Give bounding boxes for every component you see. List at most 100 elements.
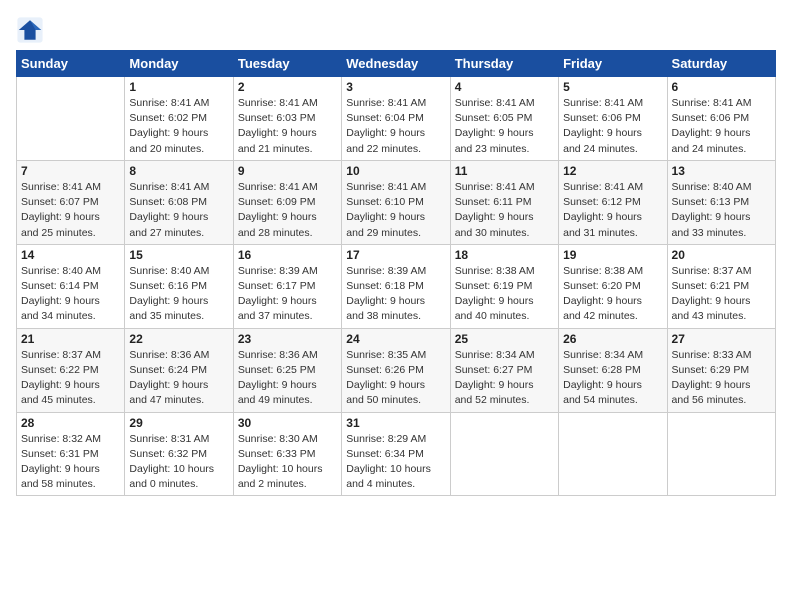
day-number: 31 <box>346 416 445 430</box>
day-number: 17 <box>346 248 445 262</box>
day-number: 3 <box>346 80 445 94</box>
day-info: Sunrise: 8:33 AM Sunset: 6:29 PM Dayligh… <box>672 348 771 409</box>
day-info: Sunrise: 8:41 AM Sunset: 6:12 PM Dayligh… <box>563 180 662 241</box>
day-number: 5 <box>563 80 662 94</box>
calendar-cell: 30Sunrise: 8:30 AM Sunset: 6:33 PM Dayli… <box>233 412 341 496</box>
calendar-cell: 20 Sunrise: 8:37 AM Sunset: 6:21 PM Dayli… <box>667 244 775 328</box>
day-number: 23 <box>238 332 337 346</box>
calendar-cell: 16 Sunrise: 8:39 AM Sunset: 6:17 PM Dayli… <box>233 244 341 328</box>
calendar-cell: 9Sunrise: 8:41 AM Sunset: 6:09 PM Daylig… <box>233 160 341 244</box>
calendar-cell: 10Sunrise: 8:41 AM Sunset: 6:10 PM Dayli… <box>342 160 450 244</box>
day-number: 30 <box>238 416 337 430</box>
calendar-cell: 19 Sunrise: 8:38 AM Sunset: 6:20 PM Dayli… <box>559 244 667 328</box>
calendar-cell: 24 Sunrise: 8:35 AM Sunset: 6:26 PM Dayli… <box>342 328 450 412</box>
column-header-thursday: Thursday <box>450 51 558 77</box>
day-number: 12 <box>563 164 662 178</box>
day-number: 27 <box>672 332 771 346</box>
day-number: 20 <box>672 248 771 262</box>
calendar-cell <box>17 77 125 161</box>
calendar-table: SundayMondayTuesdayWednesdayThursdayFrid… <box>16 50 776 496</box>
calendar-week-row: 7Sunrise: 8:41 AM Sunset: 6:07 PM Daylig… <box>17 160 776 244</box>
calendar-cell: 5 Sunrise: 8:41 AM Sunset: 6:06 PM Daylig… <box>559 77 667 161</box>
calendar-cell: 8 Sunrise: 8:41 AM Sunset: 6:08 PM Daylig… <box>125 160 233 244</box>
day-info: Sunrise: 8:38 AM Sunset: 6:19 PM Dayligh… <box>455 264 554 325</box>
day-info: Sunrise: 8:41 AM Sunset: 6:03 PM Dayligh… <box>238 96 337 157</box>
day-info: Sunrise: 8:34 AM Sunset: 6:28 PM Dayligh… <box>563 348 662 409</box>
day-number: 18 <box>455 248 554 262</box>
day-info: Sunrise: 8:32 AM Sunset: 6:31 PM Dayligh… <box>21 432 120 493</box>
header <box>16 16 776 44</box>
calendar-cell: 1 Sunrise: 8:41 AM Sunset: 6:02 PM Daylig… <box>125 77 233 161</box>
day-number: 16 <box>238 248 337 262</box>
calendar-cell: 27 Sunrise: 8:33 AM Sunset: 6:29 PM Dayli… <box>667 328 775 412</box>
day-number: 4 <box>455 80 554 94</box>
day-info: Sunrise: 8:38 AM Sunset: 6:20 PM Dayligh… <box>563 264 662 325</box>
day-number: 25 <box>455 332 554 346</box>
calendar-header-row: SundayMondayTuesdayWednesdayThursdayFrid… <box>17 51 776 77</box>
day-info: Sunrise: 8:31 AM Sunset: 6:32 PM Dayligh… <box>129 432 228 493</box>
logo-icon <box>16 16 44 44</box>
day-info: Sunrise: 8:40 AM Sunset: 6:16 PM Dayligh… <box>129 264 228 325</box>
day-number: 28 <box>21 416 120 430</box>
column-header-wednesday: Wednesday <box>342 51 450 77</box>
day-info: Sunrise: 8:36 AM Sunset: 6:25 PM Dayligh… <box>238 348 337 409</box>
day-info: Sunrise: 8:34 AM Sunset: 6:27 PM Dayligh… <box>455 348 554 409</box>
calendar-cell: 31 Sunrise: 8:29 AM Sunset: 6:34 PM Dayli… <box>342 412 450 496</box>
day-number: 10 <box>346 164 445 178</box>
day-info: Sunrise: 8:41 AM Sunset: 6:04 PM Dayligh… <box>346 96 445 157</box>
calendar-cell: 4 Sunrise: 8:41 AM Sunset: 6:05 PM Daylig… <box>450 77 558 161</box>
day-info: Sunrise: 8:35 AM Sunset: 6:26 PM Dayligh… <box>346 348 445 409</box>
day-number: 2 <box>238 80 337 94</box>
day-number: 1 <box>129 80 228 94</box>
logo <box>16 16 46 44</box>
calendar-cell: 17Sunrise: 8:39 AM Sunset: 6:18 PM Dayli… <box>342 244 450 328</box>
calendar-cell: 6 Sunrise: 8:41 AM Sunset: 6:06 PM Daylig… <box>667 77 775 161</box>
column-header-monday: Monday <box>125 51 233 77</box>
day-info: Sunrise: 8:41 AM Sunset: 6:06 PM Dayligh… <box>672 96 771 157</box>
day-number: 11 <box>455 164 554 178</box>
calendar-cell: 28 Sunrise: 8:32 AM Sunset: 6:31 PM Dayli… <box>17 412 125 496</box>
day-number: 6 <box>672 80 771 94</box>
day-number: 24 <box>346 332 445 346</box>
calendar-cell: 23 Sunrise: 8:36 AM Sunset: 6:25 PM Dayli… <box>233 328 341 412</box>
column-header-saturday: Saturday <box>667 51 775 77</box>
day-number: 29 <box>129 416 228 430</box>
calendar-week-row: 28 Sunrise: 8:32 AM Sunset: 6:31 PM Dayli… <box>17 412 776 496</box>
day-info: Sunrise: 8:41 AM Sunset: 6:05 PM Dayligh… <box>455 96 554 157</box>
day-number: 8 <box>129 164 228 178</box>
calendar-week-row: 14 Sunrise: 8:40 AM Sunset: 6:14 PM Dayli… <box>17 244 776 328</box>
column-header-tuesday: Tuesday <box>233 51 341 77</box>
calendar-cell: 3 Sunrise: 8:41 AM Sunset: 6:04 PM Daylig… <box>342 77 450 161</box>
calendar-cell: 22 Sunrise: 8:36 AM Sunset: 6:24 PM Dayli… <box>125 328 233 412</box>
day-number: 22 <box>129 332 228 346</box>
day-info: Sunrise: 8:29 AM Sunset: 6:34 PM Dayligh… <box>346 432 445 493</box>
page-container: SundayMondayTuesdayWednesdayThursdayFrid… <box>0 0 792 504</box>
day-number: 26 <box>563 332 662 346</box>
calendar-cell: 12 Sunrise: 8:41 AM Sunset: 6:12 PM Dayli… <box>559 160 667 244</box>
calendar-cell: 29 Sunrise: 8:31 AM Sunset: 6:32 PM Dayli… <box>125 412 233 496</box>
day-info: Sunrise: 8:41 AM Sunset: 6:06 PM Dayligh… <box>563 96 662 157</box>
day-number: 13 <box>672 164 771 178</box>
day-info: Sunrise: 8:41 AM Sunset: 6:08 PM Dayligh… <box>129 180 228 241</box>
day-info: Sunrise: 8:39 AM Sunset: 6:17 PM Dayligh… <box>238 264 337 325</box>
calendar-week-row: 1 Sunrise: 8:41 AM Sunset: 6:02 PM Daylig… <box>17 77 776 161</box>
day-number: 15 <box>129 248 228 262</box>
calendar-cell: 2 Sunrise: 8:41 AM Sunset: 6:03 PM Daylig… <box>233 77 341 161</box>
day-number: 7 <box>21 164 120 178</box>
column-header-sunday: Sunday <box>17 51 125 77</box>
day-number: 19 <box>563 248 662 262</box>
day-number: 21 <box>21 332 120 346</box>
calendar-week-row: 21 Sunrise: 8:37 AM Sunset: 6:22 PM Dayli… <box>17 328 776 412</box>
day-info: Sunrise: 8:37 AM Sunset: 6:21 PM Dayligh… <box>672 264 771 325</box>
day-info: Sunrise: 8:36 AM Sunset: 6:24 PM Dayligh… <box>129 348 228 409</box>
calendar-cell: 21 Sunrise: 8:37 AM Sunset: 6:22 PM Dayli… <box>17 328 125 412</box>
day-info: Sunrise: 8:37 AM Sunset: 6:22 PM Dayligh… <box>21 348 120 409</box>
day-info: Sunrise: 8:41 AM Sunset: 6:02 PM Dayligh… <box>129 96 228 157</box>
calendar-cell <box>559 412 667 496</box>
calendar-cell: 14 Sunrise: 8:40 AM Sunset: 6:14 PM Dayli… <box>17 244 125 328</box>
calendar-cell: 15 Sunrise: 8:40 AM Sunset: 6:16 PM Dayli… <box>125 244 233 328</box>
day-number: 14 <box>21 248 120 262</box>
calendar-cell: 11Sunrise: 8:41 AM Sunset: 6:11 PM Dayli… <box>450 160 558 244</box>
day-info: Sunrise: 8:41 AM Sunset: 6:09 PM Dayligh… <box>238 180 337 241</box>
day-info: Sunrise: 8:40 AM Sunset: 6:14 PM Dayligh… <box>21 264 120 325</box>
